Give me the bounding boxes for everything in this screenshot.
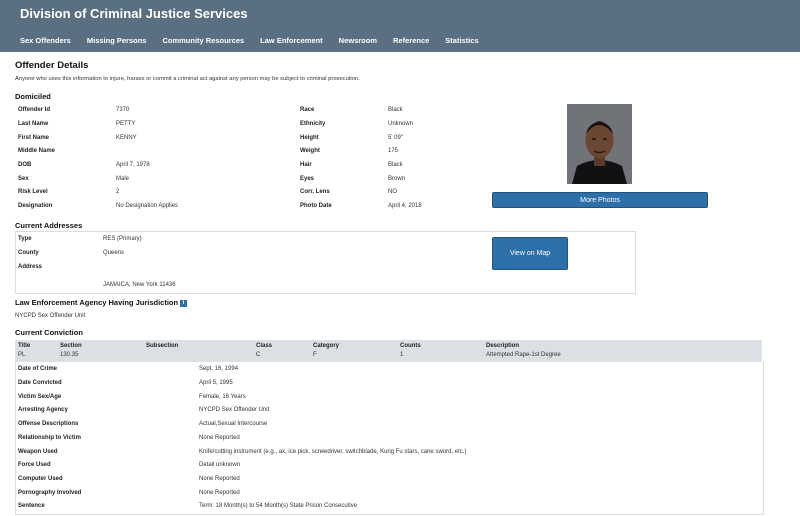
conviction-detail-label: Date of Crime	[18, 366, 58, 372]
conviction-col-header: Category	[313, 343, 340, 349]
conviction-detail-value: Actual,Sexual Intercourse	[199, 421, 268, 427]
nav-sex-offenders[interactable]: Sex Offenders	[20, 36, 71, 45]
view-on-map-button[interactable]: View on Map	[492, 237, 568, 270]
nav-missing-persons[interactable]: Missing Persons	[87, 36, 147, 45]
conviction-detail-value: Sept. 16, 1994	[199, 366, 239, 372]
detail-value: 5' 09"	[388, 135, 403, 141]
conviction-detail-label: Victim Sex/Age	[18, 394, 62, 400]
conviction-detail-label: Arresting Agency	[18, 407, 68, 413]
address-value: Queens	[103, 250, 125, 256]
detail-label: Sex	[18, 176, 29, 182]
conviction-detail-label: Pornography Involved	[18, 490, 82, 496]
nav-law-enforcement[interactable]: Law Enforcement	[260, 36, 323, 45]
site-title[interactable]: Division of Criminal Justice Services	[20, 6, 248, 21]
detail-label: Ethnicity	[300, 121, 326, 127]
conviction-cell: C	[256, 352, 261, 358]
conviction-cell: 130.35	[60, 352, 79, 358]
nav-reference[interactable]: Reference	[393, 36, 429, 45]
conviction-col-header: Subsection	[146, 343, 179, 349]
conviction-detail-value: Female, 16 Years	[199, 394, 246, 400]
address-label: Type	[18, 236, 32, 242]
nav-newsroom[interactable]: Newsroom	[339, 36, 377, 45]
conviction-detail-box	[15, 362, 764, 515]
address-label: Address	[18, 264, 43, 270]
detail-value: Unknown	[388, 121, 414, 127]
nav-community-resources[interactable]: Community Resources	[162, 36, 244, 45]
detail-label: Race	[300, 107, 315, 113]
offender-photo[interactable]	[567, 104, 632, 184]
conviction-detail-label: Relationship to Victim	[18, 435, 81, 441]
conviction-detail-value: Detail unknown	[199, 462, 241, 468]
detail-value: 175	[388, 148, 399, 154]
conviction-table-header	[15, 340, 762, 362]
detail-label: Offender Id	[18, 107, 51, 113]
conviction-detail-label: Offense Descriptions	[18, 421, 79, 427]
detail-label: Height	[300, 135, 319, 141]
conviction-cell: Attempted Rape-1st Degree	[486, 352, 561, 358]
detail-value: Black	[388, 107, 403, 113]
conviction-cell: 1	[400, 352, 404, 358]
detail-label: Middle Name	[18, 148, 56, 154]
disclaimer-text: Anyone who uses this information to inju…	[15, 76, 360, 82]
conviction-detail-value: None Reported	[199, 435, 240, 441]
detail-value: Black	[388, 162, 403, 168]
page-title: Offender Details	[15, 60, 89, 71]
nav-statistics[interactable]: Statistics	[445, 36, 478, 45]
detail-value: Male	[116, 176, 130, 182]
conviction-col-header: Class	[256, 343, 273, 349]
detail-label: First Name	[18, 135, 50, 141]
conviction-detail-value: Term: 18 Month(s) to 54 Month(s) State P…	[199, 503, 358, 509]
conviction-col-header: Title	[18, 343, 31, 349]
detail-value: 7370	[116, 107, 130, 113]
conviction-detail-value: April 5, 1995	[199, 380, 233, 386]
conviction-heading: Current Conviction	[15, 328, 83, 337]
detail-label: Designation	[18, 203, 53, 209]
conviction-detail-value: Knife/cutting instrument (e.g., ax, ice …	[199, 449, 467, 455]
detail-value: PETTY	[116, 121, 136, 127]
conviction-detail-label: Force Used	[18, 462, 51, 468]
more-photos-button[interactable]: More Photos	[492, 192, 708, 208]
address-label: County	[18, 250, 39, 256]
detail-value: April 4, 2018	[388, 203, 422, 209]
addresses-heading: Current Addresses	[15, 221, 83, 230]
address-value: RES (Primary)	[103, 236, 142, 242]
detail-value: No Designation Applies	[116, 203, 179, 209]
detail-label: Last Name	[18, 121, 49, 127]
detail-label: Risk Level	[18, 189, 48, 195]
conviction-detail-label: Date Convicted	[18, 380, 62, 386]
conviction-col-header: Description	[486, 343, 520, 349]
detail-label: Corr. Lens	[300, 189, 330, 195]
detail-label: Weight	[300, 148, 320, 154]
detail-value: 2	[116, 189, 120, 195]
detail-value: April 7, 1978	[116, 162, 150, 168]
conviction-detail-value: NYCPD Sex Offender Unit	[199, 407, 270, 413]
agency-value: NYCPD Sex Offender Unit	[15, 313, 86, 319]
detail-label: Hair	[300, 162, 312, 168]
detail-value: Brown	[388, 176, 406, 182]
conviction-col-header: Section	[60, 343, 82, 349]
conviction-detail-value: None Reported	[199, 490, 240, 496]
agency-heading: Law Enforcement Agency Having Jurisdicti…	[15, 298, 188, 307]
conviction-col-header: Counts	[400, 343, 421, 349]
agency-heading-text: Law Enforcement Agency Having Jurisdicti…	[15, 298, 179, 307]
main-nav: Sex Offenders Missing Persons Community …	[20, 36, 479, 45]
detail-label: DOB	[18, 162, 32, 168]
conviction-detail-label: Computer Used	[18, 476, 63, 482]
conviction-detail-label: Sentence	[18, 503, 45, 509]
info-icon[interactable]: i	[180, 299, 188, 307]
conviction-cell: PL	[18, 352, 26, 358]
detail-label: Eyes	[300, 176, 315, 182]
detail-label: Photo Date	[300, 203, 332, 209]
address-city: JAMAICA, New York 11436	[103, 282, 176, 288]
detail-value: KENNY	[116, 135, 137, 141]
conviction-detail-label: Weapon Used	[18, 449, 58, 455]
status-heading: Domiciled	[15, 92, 51, 101]
detail-value: NO	[388, 189, 397, 195]
conviction-detail-value: None Reported	[199, 476, 240, 482]
conviction-cell: F	[313, 352, 317, 358]
site-header: Division of Criminal Justice Services Se…	[0, 0, 800, 52]
